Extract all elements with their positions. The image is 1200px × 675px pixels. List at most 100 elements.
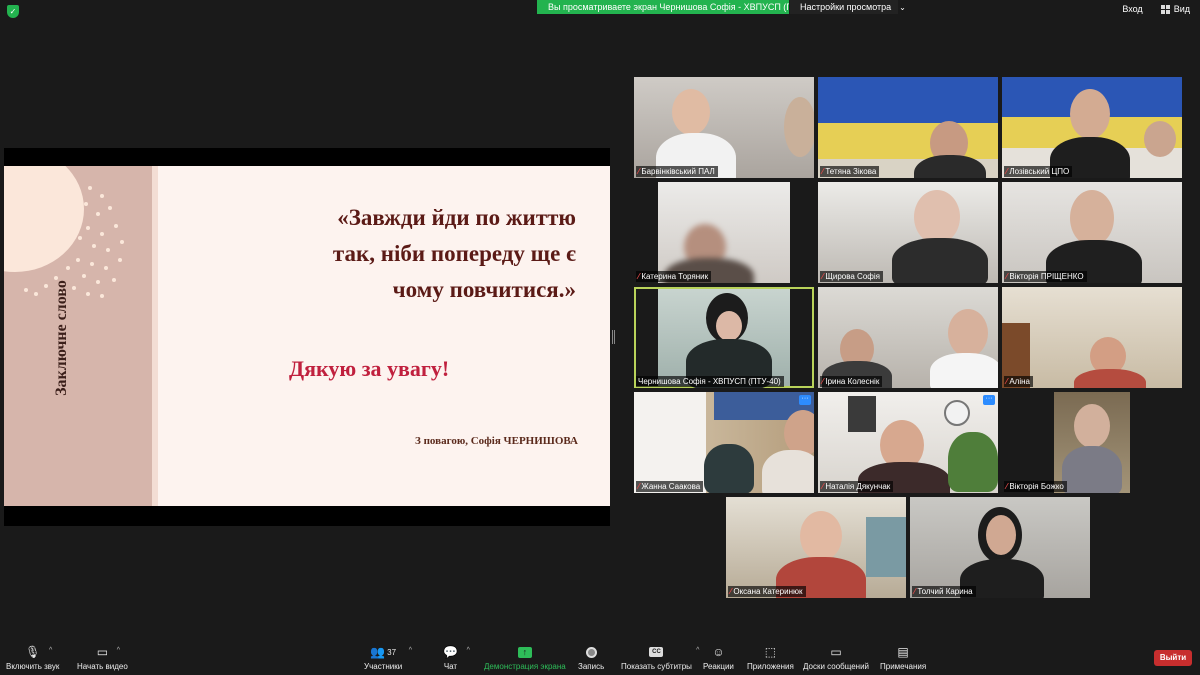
mic-muted-icon: ⁄ — [822, 272, 824, 281]
chevron-up-icon[interactable]: ^ — [49, 647, 52, 654]
chevron-up-icon[interactable]: ^ — [696, 647, 699, 654]
decorative-dot — [108, 206, 112, 210]
record-icon — [585, 646, 597, 658]
mic-muted-icon: ⁄ — [638, 482, 640, 491]
decorative-dot — [118, 258, 122, 262]
decorative-dot — [88, 186, 92, 190]
whiteboards-button[interactable]: ▭ Доски сообщений — [803, 645, 869, 671]
decorative-dot — [96, 212, 100, 216]
view-options-button[interactable]: Настройки просмотра ⌄ — [790, 0, 906, 14]
apps-icon: ⬚ — [764, 645, 777, 659]
decorative-dot — [66, 266, 70, 270]
decorative-dot — [86, 226, 90, 230]
mic-muted-icon: ⁄ — [822, 167, 824, 176]
decorative-dot — [82, 274, 86, 278]
view-button[interactable]: Вид — [1160, 4, 1190, 14]
view-options-label: Настройки просмотра — [800, 2, 892, 12]
record-button[interactable]: Запись — [578, 645, 604, 671]
chat-button[interactable]: 💬 ^ Чат — [443, 645, 470, 671]
unmute-button[interactable]: 🎙 ^ Включить звук — [6, 645, 59, 671]
screen-share-banner: Вы просматриваете экран Чернишова Софія … — [537, 0, 789, 14]
decorative-dot — [120, 240, 124, 244]
participant-name-label: ⁄ Аліна — [1004, 376, 1033, 387]
whiteboard-icon: ▭ — [830, 645, 842, 659]
participant-name-label: ⁄ Жанна Саакова — [636, 481, 704, 492]
participant-name-label: ⁄ Катерина Торяник — [636, 271, 712, 282]
more-options-button[interactable]: ··· — [799, 395, 811, 405]
reactions-button[interactable]: ☺ Реакции — [703, 645, 734, 671]
notes-icon: ▤ — [897, 645, 909, 659]
apps-button[interactable]: ⬚ Приложения — [747, 645, 794, 671]
more-options-button[interactable]: ··· — [983, 395, 995, 405]
participant-name-label: ⁄ Вікторія Божко — [1004, 481, 1067, 492]
video-tile[interactable]: ⁄ Лозівський ЦПО — [1002, 77, 1182, 178]
participant-name-label: ⁄ Вікторія ПРІЩЕНКО — [1004, 271, 1087, 282]
video-tile[interactable]: ⁄ Ірина Колеснік — [818, 287, 998, 388]
video-tile[interactable]: ⁄ Оксана Катеринюк — [726, 497, 906, 598]
participant-name-label: Чернишова Софія - ХВПУСП (ПТУ-40) — [636, 376, 784, 387]
decorative-dot — [64, 246, 68, 250]
chevron-up-icon[interactable]: ^ — [117, 647, 120, 654]
slide-side-panel: Заключне слово — [4, 166, 152, 506]
video-tile-active-speaker[interactable]: Чернишова Софія - ХВПУСП (ПТУ-40) — [634, 287, 814, 388]
participant-name-label: ⁄ Толчий Карина — [912, 586, 976, 597]
top-right-controls: Вход Вид — [1122, 4, 1190, 14]
exit-button[interactable]: Вход — [1122, 4, 1142, 14]
video-tile[interactable]: ⁄ Тетяна Зікова — [818, 77, 998, 178]
reactions-icon: ☺ — [712, 645, 725, 659]
mic-muted-icon: ⁄ — [1006, 482, 1008, 491]
mic-muted-icon: ⁄ — [1006, 167, 1008, 176]
mic-muted-icon: 🎙 ^ — [25, 645, 53, 659]
quote-line: чому повчитися.» — [392, 277, 576, 302]
decorative-circle — [4, 166, 84, 272]
mic-muted-icon: ⁄ — [822, 377, 824, 386]
show-captions-button[interactable]: CC ^ Показать субтитры — [621, 645, 699, 671]
video-tile[interactable]: ⁄ Толчий Карина — [910, 497, 1090, 598]
encryption-shield-icon[interactable]: ✓ — [7, 5, 19, 18]
presentation-slide: Заключне слово «Завжди йди по життю так,… — [4, 166, 610, 506]
participants-count: 37 — [387, 647, 397, 657]
resize-splitter-handle[interactable] — [612, 330, 615, 344]
video-tile[interactable]: ⁄ Барвінківський ПАЛ — [634, 77, 814, 178]
slide-divider — [152, 166, 158, 506]
chevron-up-icon[interactable]: ^ — [467, 647, 470, 654]
shared-screen: Заключне слово «Завжди йди по життю так,… — [4, 148, 610, 526]
start-video-button[interactable]: ▭ ^ Начать видео — [77, 645, 128, 671]
quote-line: так, ніби попереду ще є — [332, 241, 576, 266]
slide-thanks: Дякую за увагу! — [289, 356, 450, 381]
participant-name-label: ⁄ Ірина Колеснік — [820, 376, 883, 387]
decorative-dot — [44, 284, 48, 288]
notes-button[interactable]: ▤ Примечания — [880, 645, 926, 671]
video-tile[interactable]: ⁄ Вікторія Божко — [1002, 392, 1182, 493]
slide-side-title: Заключне слово — [53, 280, 70, 396]
video-tile[interactable]: ⁄ Щирова Софія — [818, 182, 998, 283]
slide-quote: «Завжди йди по життю так, ніби попереду … — [176, 200, 576, 308]
video-tile[interactable]: ··· ⁄ Жанна Саакова — [634, 392, 814, 493]
zoom-meeting-window: ✓ Вы просматриваете экран Чернишова Софі… — [0, 0, 1200, 675]
mic-muted-icon: ⁄ — [730, 587, 732, 596]
decorative-dot — [100, 232, 104, 236]
top-bar: ✓ Вы просматриваете экран Чернишова Софі… — [0, 0, 1200, 24]
share-screen-button[interactable]: ↑ Демонстрация экрана — [484, 645, 566, 671]
participant-name-label: ⁄ Щирова Софія — [820, 271, 883, 282]
participants-icon: 👥 37 ^ — [370, 645, 413, 659]
mic-muted-icon: ⁄ — [914, 587, 916, 596]
video-tile[interactable]: ⁄ Вікторія ПРІЩЕНКО — [1002, 182, 1182, 283]
view-label: Вид — [1173, 4, 1190, 14]
video-tile[interactable]: ⁄ Катерина Торяник — [634, 182, 814, 283]
decorative-dot — [92, 244, 96, 248]
leave-meeting-button[interactable]: Выйти — [1154, 650, 1192, 666]
decorative-dot — [78, 236, 82, 240]
decorative-dot — [24, 288, 28, 292]
decorative-dot — [104, 266, 108, 270]
chevron-down-icon: ⌄ — [899, 3, 906, 12]
video-tile[interactable]: ⁄ Аліна — [1002, 287, 1182, 388]
chevron-up-icon[interactable]: ^ — [409, 647, 412, 654]
participants-button[interactable]: 👥 37 ^ Участники — [364, 645, 413, 671]
participant-name-label: ⁄ Наталія Дякунчак — [820, 481, 894, 492]
participant-name-label: ⁄ Барвінківський ПАЛ — [636, 166, 718, 177]
decorative-dot — [100, 194, 104, 198]
video-tile[interactable]: ··· ⁄ Наталія Дякунчак — [818, 392, 998, 493]
mic-muted-icon: ⁄ — [822, 482, 824, 491]
participant-name-label: ⁄ Оксана Катеринюк — [728, 586, 806, 597]
